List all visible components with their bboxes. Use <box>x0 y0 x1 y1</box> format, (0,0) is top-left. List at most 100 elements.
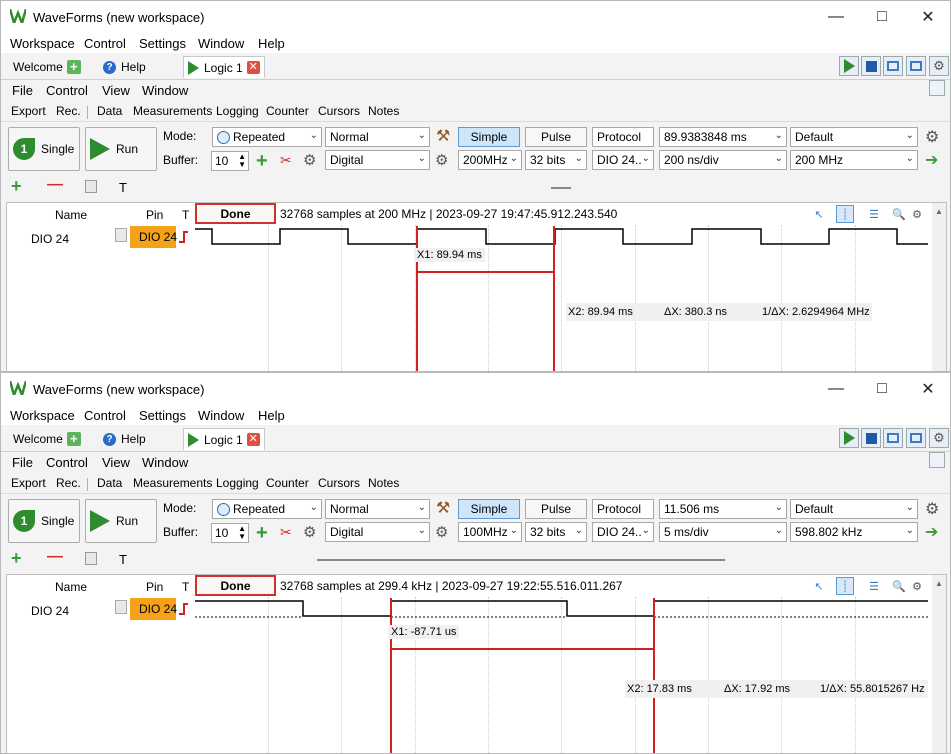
restore-button[interactable] <box>929 80 945 96</box>
settings-button[interactable]: ⚙ <box>929 56 949 76</box>
menu-data[interactable]: Data <box>97 104 122 118</box>
run-button[interactable]: Run <box>85 499 157 543</box>
menu-export[interactable]: Export <box>11 476 46 490</box>
gear-icon[interactable]: ⚙ <box>908 205 926 223</box>
add-icon[interactable]: + <box>256 522 268 545</box>
time-cursor-icon[interactable]: ┊ <box>836 205 854 223</box>
menu-counter[interactable]: Counter <box>266 104 309 118</box>
run-button[interactable]: Run <box>85 127 157 171</box>
menu-window-sub[interactable]: Window <box>142 455 188 470</box>
splitter-handle[interactable] <box>317 559 725 561</box>
single-button[interactable]: 1 Single <box>8 499 80 543</box>
restore-button[interactable] <box>929 452 945 468</box>
arrow-right-icon[interactable]: ➔ <box>925 150 938 170</box>
pulse-trigger-button[interactable]: Pulse <box>525 127 587 147</box>
close-icon[interactable]: ✕ <box>913 377 943 401</box>
gear-icon[interactable]: ⚙ <box>908 577 926 595</box>
time-cursor-icon[interactable]: ┊ <box>836 577 854 595</box>
menu-counter[interactable]: Counter <box>266 476 309 490</box>
menu-data[interactable]: Data <box>97 476 122 490</box>
maximize-icon[interactable]: □ <box>867 5 897 29</box>
menu-control-sub[interactable]: Control <box>46 83 88 98</box>
trigger-edge-icon[interactable] <box>179 603 188 615</box>
gear-icon[interactable]: ⚙ <box>435 151 448 169</box>
menu-window-sub[interactable]: Window <box>142 83 188 98</box>
stop-all-button[interactable] <box>861 428 881 448</box>
menu-cursors[interactable]: Cursors <box>318 104 360 118</box>
zoom-icon[interactable]: 🔍 <box>890 205 908 223</box>
menu-workspace[interactable]: Workspace <box>10 36 75 51</box>
tab-close-icon[interactable]: ✕ <box>246 433 260 446</box>
simple-trigger-button[interactable]: Simple <box>458 499 520 519</box>
menu-settings[interactable]: Settings <box>139 408 186 423</box>
tool-t[interactable]: T <box>119 552 127 567</box>
scissors-icon[interactable]: ✂ <box>280 524 292 541</box>
protocol-select[interactable]: Protocol <box>592 499 654 519</box>
menu-help[interactable]: Help <box>258 36 285 51</box>
trigger-mode-select[interactable]: Normal ⌄ <box>325 499 430 519</box>
splitter-handle[interactable] <box>551 187 571 189</box>
cursor-tool-icon[interactable]: ↖ <box>810 205 828 223</box>
settings-button[interactable]: ⚙ <box>929 428 949 448</box>
default-select[interactable]: Default ⌄ <box>790 499 918 519</box>
trigger-edge-icon[interactable] <box>179 231 188 243</box>
buffer-stepper[interactable]: 10 ▲ ▼ <box>211 151 249 171</box>
layout-button[interactable] <box>883 56 903 76</box>
remove-channel-icon[interactable]: — <box>47 176 63 194</box>
split-button[interactable] <box>906 428 926 448</box>
frequency-select[interactable]: 200 MHz ⌄ <box>790 150 918 170</box>
scroll-up-icon[interactable]: ▲ <box>935 207 943 216</box>
tab-logic[interactable]: Logic 1 ✕ <box>183 428 265 450</box>
hammer-icon[interactable]: ⚒ <box>436 126 450 146</box>
menu-view[interactable]: View <box>102 455 130 470</box>
arrow-right-icon[interactable]: ➔ <box>925 522 938 542</box>
list-view-icon[interactable]: ☰ <box>865 205 883 223</box>
simple-trigger-button[interactable]: Simple <box>458 127 520 147</box>
cursor-x2[interactable] <box>553 226 555 371</box>
mode-select[interactable]: Repeated ⌄ <box>212 499 322 519</box>
split-button[interactable] <box>906 56 926 76</box>
protocol-select[interactable]: Protocol <box>592 127 654 147</box>
menu-control-sub[interactable]: Control <box>46 455 88 470</box>
menu-measurements[interactable]: Measurements <box>133 476 212 490</box>
add-channel-icon[interactable]: + <box>11 176 22 197</box>
gear-icon[interactable]: ⚙ <box>925 499 939 519</box>
position-select[interactable]: 89.9383848 ms ⌄ <box>659 127 787 147</box>
tab-logic[interactable]: Logic 1 ✕ <box>183 56 265 78</box>
channel-edit-icon[interactable] <box>115 600 127 614</box>
menu-rec[interactable]: Rec. <box>56 104 81 118</box>
tab-close-icon[interactable]: ✕ <box>246 61 260 74</box>
menu-file[interactable]: File <box>12 83 33 98</box>
vertical-scrollbar[interactable]: ▲ <box>932 203 946 371</box>
scroll-up-icon[interactable]: ▲ <box>935 579 943 588</box>
run-all-button[interactable] <box>839 428 859 448</box>
stepper-arrows-icon[interactable]: ▲ ▼ <box>238 153 246 169</box>
menu-logging[interactable]: Logging <box>216 104 259 118</box>
menu-control[interactable]: Control <box>84 408 126 423</box>
gear-icon[interactable]: ⚙ <box>303 151 316 169</box>
waveform-area[interactable]: X1: -87.71 us X2: 17.83 ms ΔX: 17.92 ms … <box>195 597 928 753</box>
menu-notes[interactable]: Notes <box>368 476 399 490</box>
menu-control[interactable]: Control <box>84 36 126 51</box>
bits-select[interactable]: 32 bits ⌄ <box>525 522 587 542</box>
channel-select[interactable]: DIO 24.. ⌄ <box>592 522 654 542</box>
trigger-mode-select[interactable]: Normal ⌄ <box>325 127 430 147</box>
frequency-select[interactable]: 598.802 kHz ⌄ <box>790 522 918 542</box>
gear-icon[interactable]: ⚙ <box>435 523 448 541</box>
menu-cursors[interactable]: Cursors <box>318 476 360 490</box>
run-all-button[interactable] <box>839 56 859 76</box>
menu-notes[interactable]: Notes <box>368 104 399 118</box>
source-select[interactable]: Digital ⌄ <box>325 150 430 170</box>
title-bar[interactable]: WaveForms (new workspace) — □ ✕ <box>1 1 950 33</box>
menu-view[interactable]: View <box>102 83 130 98</box>
timebase-select[interactable]: 200 ns/div ⌄ <box>659 150 787 170</box>
menu-help[interactable]: Help <box>258 408 285 423</box>
remove-channel-icon[interactable]: — <box>47 548 63 566</box>
channel-pin[interactable]: DIO 24 <box>130 226 177 248</box>
menu-settings[interactable]: Settings <box>139 36 186 51</box>
add-icon[interactable]: + <box>256 150 268 173</box>
tool-t[interactable]: T <box>119 180 127 195</box>
gear-icon[interactable]: ⚙ <box>925 127 939 147</box>
channel-edit-icon[interactable] <box>115 228 127 242</box>
zoom-icon[interactable]: 🔍 <box>890 577 908 595</box>
